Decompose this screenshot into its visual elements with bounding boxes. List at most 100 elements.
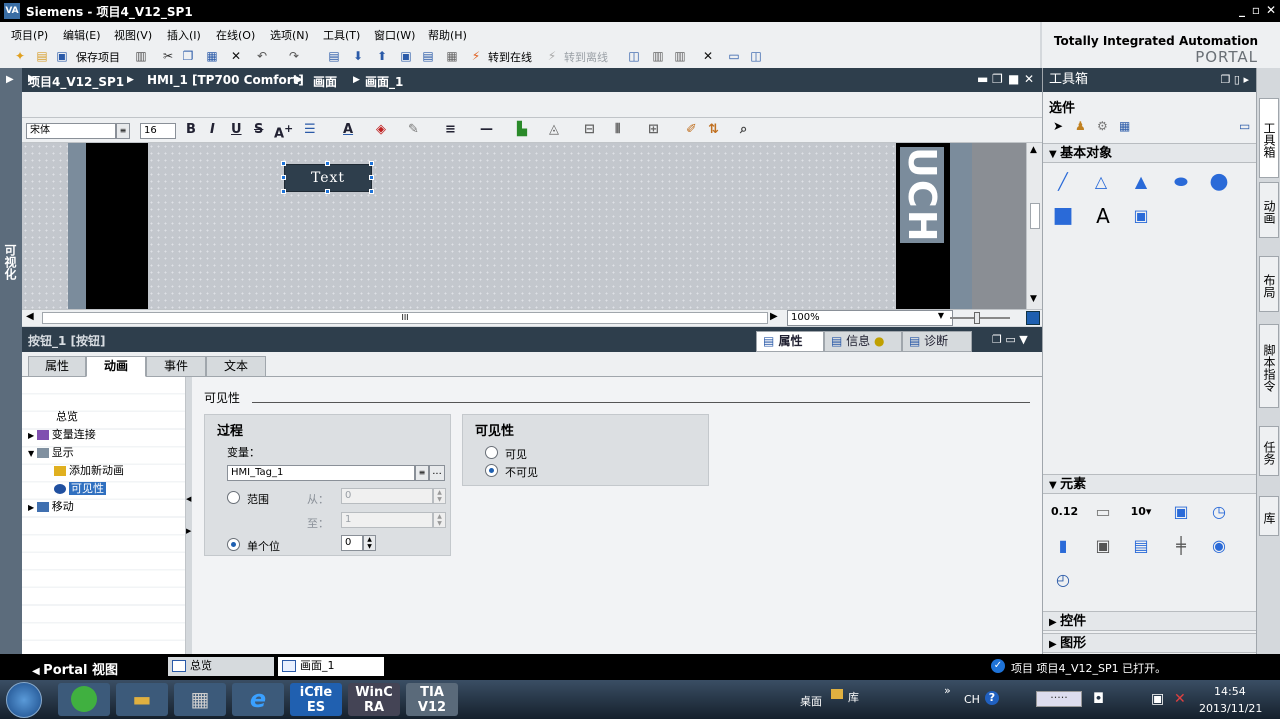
canvas-horizontal-scrollbar[interactable]: ◀ III ▶ 100% ▼ [22, 309, 1042, 326]
split-horizontal-icon[interactable]: ▭ [726, 48, 742, 64]
desktop-label[interactable]: 桌面 [800, 693, 822, 709]
menu-online[interactable]: 在线(O) [216, 27, 255, 43]
undo-icon[interactable]: ↶ [254, 48, 270, 64]
tools-icon[interactable]: ⚙ [1097, 119, 1108, 133]
slider-icon[interactable]: ╪ [1169, 534, 1193, 558]
tag-input[interactable]: HMI_Tag_1 [227, 465, 415, 481]
resize-handle[interactable] [281, 161, 286, 166]
device-icon[interactable]: ▤ [420, 48, 436, 64]
line-color-icon[interactable]: ✎ [408, 122, 419, 137]
resize-handle[interactable] [369, 189, 374, 194]
library-label[interactable]: 库 [848, 689, 859, 705]
taskbar-app-green[interactable] [58, 683, 110, 716]
tab-info[interactable]: ▤ 信息 ● [824, 331, 902, 352]
resize-handle[interactable] [369, 175, 374, 180]
tab-libraries[interactable]: 库 [1259, 496, 1279, 536]
resize-handle[interactable] [281, 175, 286, 180]
strikethrough-button[interactable]: S [254, 122, 263, 137]
layers-icon[interactable]: ⇅ [708, 122, 719, 137]
stop-icon[interactable]: ▦ [444, 48, 460, 64]
redo-icon[interactable]: ↷ [286, 48, 302, 64]
button-tool-icon[interactable]: ▭ [1091, 500, 1115, 524]
zoom-select-icon[interactable]: ⌕ [740, 122, 747, 137]
breadcrumb-project[interactable]: 项目4_V12_SP1 [28, 73, 124, 90]
scroll-right-icon[interactable]: ▶ [770, 311, 778, 322]
expand-right-icon[interactable]: ▶ [186, 527, 191, 535]
symbolic-io-icon[interactable]: 10▾ [1129, 500, 1153, 524]
line-style-icon[interactable]: — [480, 122, 493, 137]
breadcrumb-screens[interactable]: 画面 [313, 73, 337, 90]
circle-tool-icon[interactable]: ● [1207, 170, 1231, 194]
single-bit-radio[interactable] [227, 538, 240, 551]
network-icon[interactable]: ◘ [1093, 691, 1104, 707]
tree-item-add-animation[interactable]: 添加新动画 [54, 462, 124, 479]
align-objects-icon[interactable]: ⊟ [584, 122, 595, 137]
taskbar-app-winc[interactable]: WinC RA [348, 683, 400, 716]
close-editor-icon[interactable]: ✕ [1024, 72, 1034, 86]
inspector-window-icons[interactable]: ❐ ▭ ▼ [992, 333, 1028, 346]
fill-color-icon[interactable]: ◈ [376, 122, 386, 137]
view-toggle-icon[interactable]: ▭ [1239, 119, 1250, 133]
menu-view[interactable]: 视图(V) [114, 27, 152, 43]
taskbar-app-icfle[interactable]: iCfle ES [290, 683, 342, 716]
switch-icon[interactable]: ▣ [1091, 534, 1115, 558]
bold-button[interactable]: B [186, 122, 196, 137]
controls-section[interactable]: ▶ 控件 [1043, 611, 1257, 631]
tree-item-overview[interactable]: 总览 [56, 408, 78, 425]
menu-help[interactable]: 帮助(H) [428, 27, 467, 43]
resize-handle[interactable] [369, 161, 374, 166]
bit-input[interactable]: 0 [341, 535, 363, 551]
tree-item-visibility[interactable]: 可见性 [54, 480, 106, 497]
save-project-button[interactable]: 保存项目 [76, 49, 120, 65]
gauge-icon[interactable]: ◉ [1207, 534, 1231, 558]
bit-spinner[interactable]: ▲ ▼ [363, 535, 376, 551]
lang-indicator[interactable]: CH [964, 693, 980, 706]
minimize-editor-icon[interactable]: ▬ [977, 72, 988, 86]
polygon-tool-icon[interactable]: ▲ [1129, 170, 1153, 194]
tab-layout[interactable]: 布局 [1259, 256, 1279, 312]
menu-window[interactable]: 窗口(W) [374, 27, 415, 43]
taskbar-explorer-icon[interactable]: ▬ [116, 683, 168, 716]
portal-view-button[interactable]: ◀ Portal 视图 [32, 659, 118, 678]
visible-radio[interactable] [485, 446, 498, 459]
delete-icon[interactable]: ✕ [228, 48, 244, 64]
scroll-down-icon[interactable]: ▼ [1030, 294, 1037, 304]
menu-options[interactable]: 选项(N) [270, 27, 309, 43]
zoom-slider-track[interactable] [950, 317, 1010, 319]
tag-list-icon[interactable]: ≡ [415, 465, 429, 481]
hmi-button-text[interactable]: Text [284, 164, 372, 192]
invisible-radio[interactable] [485, 464, 498, 477]
subtab-properties[interactable]: 属性 [28, 356, 86, 377]
scroll-left-icon[interactable]: ◀ [26, 311, 34, 322]
order-icon[interactable]: ▙ [517, 122, 527, 137]
resize-handle[interactable] [281, 189, 286, 194]
screen-canvas[interactable]: UCHI Text [22, 143, 1026, 309]
tab-instructions[interactable]: 脚本指令 [1259, 324, 1279, 408]
download-icon[interactable]: ⬇ [350, 48, 366, 64]
subtab-animations[interactable]: 动画 [86, 356, 146, 377]
tree-item-movement[interactable]: ▶ 移动 [28, 498, 74, 515]
scroll-up-icon[interactable]: ▲ [1030, 145, 1037, 155]
print-icon[interactable]: ▥ [133, 48, 149, 64]
date-time-icon[interactable]: ◷ [1207, 500, 1231, 524]
menu-insert[interactable]: 插入(I) [167, 27, 201, 43]
tab-tasks[interactable]: 任务 [1259, 426, 1279, 476]
clock-time[interactable]: 14:54 [1214, 685, 1246, 698]
taskbar-app-tia[interactable]: TIA V12 [406, 683, 458, 716]
pointer-icon[interactable]: ➤ [1053, 119, 1063, 133]
zoom-slider-thumb[interactable] [974, 312, 980, 324]
tree-item-tag-connection[interactable]: ▶ 变量连接 [28, 426, 96, 443]
taskbar-calculator-icon[interactable]: ▦ [174, 683, 226, 716]
graphic-io-icon[interactable]: ▣ [1169, 500, 1193, 524]
format-painter-icon[interactable]: ✐ [686, 122, 697, 137]
io-field-icon[interactable]: 0.12 [1051, 500, 1078, 524]
copy-icon[interactable]: ❐ [180, 48, 196, 64]
upload-icon[interactable]: ⬆ [374, 48, 390, 64]
split-vertical-icon[interactable]: ◫ [748, 48, 764, 64]
elements-section[interactable]: ▼ 元素 [1043, 474, 1257, 494]
cut-icon[interactable]: ✂ [160, 48, 176, 64]
tree-item-display[interactable]: ▼ 显示 [28, 444, 74, 461]
italic-button[interactable]: I [210, 122, 215, 137]
start-button[interactable] [6, 682, 42, 718]
start-cpu-icon[interactable]: ▥ [650, 48, 666, 64]
